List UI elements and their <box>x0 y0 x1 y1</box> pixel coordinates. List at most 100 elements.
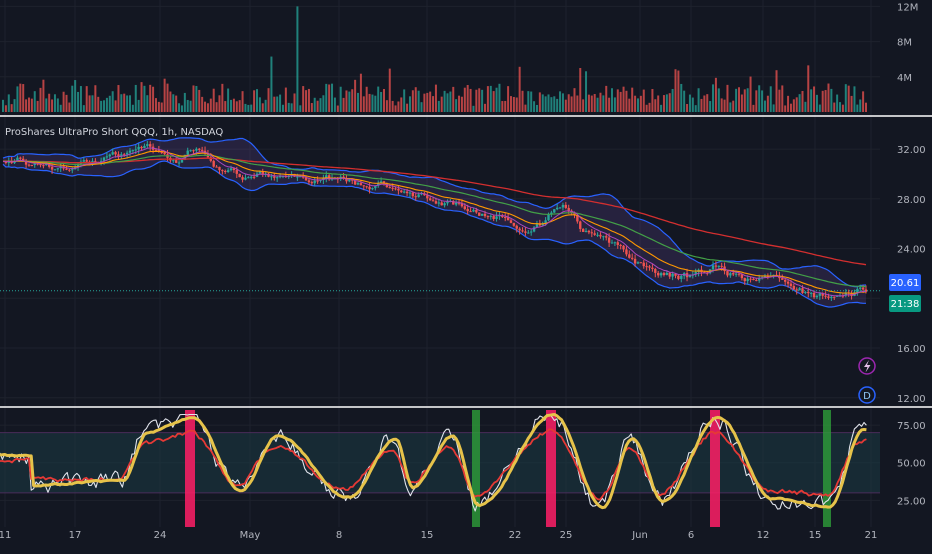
volume-bar <box>33 91 36 112</box>
price-tick-label: 16.00 <box>897 344 926 355</box>
candle-body <box>743 278 746 282</box>
candle-body <box>599 234 602 237</box>
candle-body <box>746 278 749 282</box>
candle-body <box>221 170 224 172</box>
volume-bar <box>235 101 238 112</box>
volume-bar <box>582 99 585 112</box>
volume-bar <box>192 85 195 112</box>
volume-bar <box>668 93 671 112</box>
volume-bar <box>273 96 276 112</box>
volume-bar <box>585 71 588 112</box>
volume-bar <box>535 104 538 112</box>
candle-body <box>143 145 146 149</box>
volume-bar <box>481 89 484 112</box>
volume-bar <box>619 91 622 112</box>
volume-bar <box>429 91 432 112</box>
volume-bar <box>839 102 842 112</box>
chart-canvas[interactable]: 4M 8M 12M 12.00 16.00 24.00 28.00 32.00 25.00 5… <box>0 0 932 550</box>
volume-bar <box>293 93 296 112</box>
volume-bar <box>408 96 411 112</box>
candle-body <box>648 266 651 268</box>
volume-bar <box>720 98 723 112</box>
svg-text:D: D <box>863 391 871 402</box>
volume-bar <box>509 96 512 112</box>
volume-bar <box>88 95 91 112</box>
d-icon[interactable]: D <box>858 386 876 404</box>
volume-bar <box>743 89 746 112</box>
volume-bar <box>559 91 562 112</box>
volume-bar <box>544 96 547 112</box>
volume-bar <box>691 97 694 112</box>
volume-bar <box>345 90 348 112</box>
volume-bar <box>281 104 284 112</box>
volume-bar <box>694 105 697 112</box>
volume-bar <box>541 94 544 112</box>
volume-bar <box>859 99 862 112</box>
candle-body <box>68 169 71 171</box>
volume-bar <box>351 89 354 112</box>
volume-bar <box>296 6 299 112</box>
candle-body <box>547 214 550 221</box>
volume-bar <box>608 97 611 112</box>
volume-bar <box>131 104 134 112</box>
volume-bar <box>411 90 414 112</box>
candle-body <box>252 176 256 178</box>
volume-bar <box>469 88 472 112</box>
volume-bar <box>521 90 524 112</box>
symbol-legend[interactable]: ProShares UltraPro Short QQQ, 1h, NASDAQ <box>5 127 223 138</box>
candle-body <box>668 272 671 277</box>
volume-bar <box>414 87 417 112</box>
volume-bar <box>634 95 637 112</box>
volume-bar <box>7 94 10 112</box>
candle-body <box>241 177 244 180</box>
volume-bar <box>853 86 856 112</box>
volume-bar <box>567 94 570 112</box>
volume-bar <box>423 93 426 112</box>
volume-bar <box>524 104 527 112</box>
volume-bar <box>209 98 212 112</box>
volume-bar <box>830 88 833 112</box>
candle-body <box>215 166 218 168</box>
volume-bar <box>206 103 209 112</box>
volume-bar <box>706 94 709 112</box>
candle-body <box>619 244 622 246</box>
volume-bar <box>443 90 446 112</box>
candle-body <box>250 176 253 178</box>
candle-body <box>128 150 132 153</box>
candle-body <box>362 185 365 187</box>
volume-bar <box>651 89 654 112</box>
volume-bar <box>605 85 608 112</box>
volume-bar <box>238 100 241 112</box>
volume-bar <box>97 96 100 112</box>
volume-bar <box>847 85 850 112</box>
volume-bar <box>328 84 331 112</box>
candle-body <box>593 233 596 235</box>
volume-bar <box>244 103 247 112</box>
volume-bar <box>111 91 114 112</box>
volume-bar <box>354 79 357 112</box>
time-tick-label: 6 <box>688 530 694 541</box>
lightning-icon[interactable] <box>858 357 876 375</box>
volume-bar <box>628 98 631 112</box>
volume-bar <box>290 103 293 112</box>
volume-bar <box>307 88 310 112</box>
candle-body <box>27 164 31 166</box>
volume-bar <box>77 91 80 112</box>
candle-body <box>616 242 619 245</box>
volume-bar <box>126 95 129 112</box>
volume-bar <box>16 86 19 112</box>
candle-body <box>734 273 738 275</box>
time-tick-label: 22 <box>509 530 522 541</box>
volume-bar <box>45 98 48 112</box>
candle-body <box>426 195 429 199</box>
last-price-badge: 20.61 <box>889 274 921 291</box>
volume-bar <box>642 89 645 112</box>
candle-body <box>296 176 299 178</box>
candle-body <box>177 162 181 164</box>
price-tick-label: 32.00 <box>897 145 926 156</box>
candle-body <box>388 187 391 189</box>
volume-bar <box>818 104 821 112</box>
candle-body <box>804 292 807 294</box>
candle-body <box>428 198 432 201</box>
volume-bar <box>149 84 152 112</box>
